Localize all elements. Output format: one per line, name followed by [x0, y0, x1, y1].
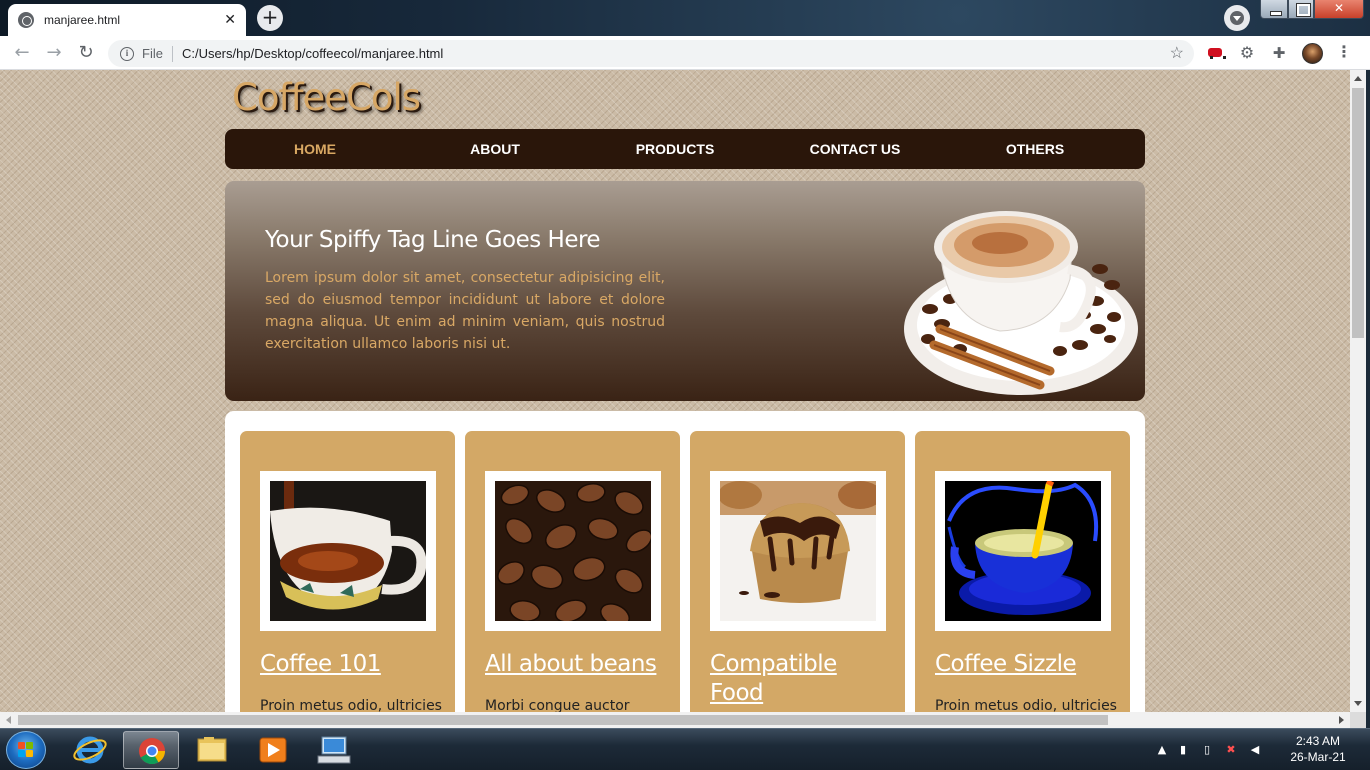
feature-card: Coffee Sizzle Proin metus odio, ultricie…: [915, 431, 1130, 712]
file-explorer-icon[interactable]: [184, 731, 240, 769]
feature-card: All about beans Morbi congue auctor: [465, 431, 680, 712]
network-icon[interactable]: ✖: [1224, 743, 1238, 757]
tray-expand-icon[interactable]: ▲: [1155, 743, 1169, 757]
feature-card: Coffee 101 Proin metus odio, ultricies: [240, 431, 455, 712]
scrollbar-corner: [1350, 712, 1366, 728]
card-image-frame[interactable]: [710, 471, 886, 631]
horizontal-scrollbar[interactable]: [0, 712, 1350, 728]
vertical-scrollbar[interactable]: [1350, 70, 1366, 712]
nav-item-products[interactable]: PRODUCTS: [585, 129, 765, 169]
card-image-frame[interactable]: [935, 471, 1111, 631]
nav-item-home[interactable]: HOME: [225, 129, 405, 169]
extension-red-icon[interactable]: [1206, 44, 1226, 62]
vertical-scroll-thumb[interactable]: [1352, 88, 1364, 338]
extensions-puzzle-icon[interactable]: ✚: [1270, 44, 1288, 62]
new-tab-button[interactable]: +: [257, 5, 283, 31]
muffin-image: [720, 481, 876, 621]
card-title-link[interactable]: Compatible Food: [710, 650, 890, 708]
coffee-beans-image: [495, 481, 651, 621]
coffee-cup-pour-image: [270, 481, 426, 621]
nav-item-about[interactable]: ABOUT: [405, 129, 585, 169]
media-player-icon[interactable]: [245, 731, 301, 769]
signal-icon[interactable]: ▮: [1176, 743, 1190, 757]
internet-explorer-icon[interactable]: [62, 731, 118, 769]
main-nav: HOME ABOUT PRODUCTS CONTACT US OTHERS: [225, 129, 1145, 169]
card-text: Proin metus odio, ultricies: [935, 698, 1117, 712]
browser-menu-icon[interactable]: ⋮: [1336, 42, 1352, 64]
reload-icon[interactable]: ↻: [74, 41, 98, 65]
blue-cup-image: [945, 481, 1101, 621]
scroll-up-icon[interactable]: [1354, 76, 1362, 81]
tab-close-icon[interactable]: ✕: [224, 12, 236, 28]
window-maximize-button[interactable]: [1288, 0, 1314, 19]
browser-tab[interactable]: manjaree.html ✕: [8, 4, 246, 36]
hero-banner: Your Spiffy Tag Line Goes Here Lorem ips…: [225, 181, 1145, 401]
scroll-right-icon[interactable]: [1339, 716, 1344, 724]
start-button[interactable]: [6, 731, 46, 769]
chrome-icon[interactable]: [123, 731, 179, 769]
profile-avatar[interactable]: [1302, 43, 1323, 64]
browser-toolbar: ← → ↻ i File C:/Users/hp/Desktop/coffeec…: [0, 36, 1370, 70]
scroll-left-icon[interactable]: [6, 716, 11, 724]
clock-date: 26-Mar-21: [1290, 750, 1346, 764]
horizontal-scroll-thumb[interactable]: [18, 715, 1108, 725]
address-scheme-label: File: [142, 46, 163, 61]
nav-item-others[interactable]: OTHERS: [945, 129, 1125, 169]
card-text: Morbi congue auctor: [485, 698, 630, 712]
page-viewport: CoffeeCols HOME ABOUT PRODUCTS CONTACT U…: [0, 70, 1350, 712]
forward-arrow-icon[interactable]: →: [42, 41, 66, 65]
content-panel: Coffee 101 Proin metus odio, ultricies A…: [225, 411, 1145, 712]
volume-icon[interactable]: ◀: [1248, 743, 1262, 757]
card-image-frame[interactable]: [260, 471, 436, 631]
card-title-link[interactable]: Coffee Sizzle: [935, 650, 1115, 679]
back-arrow-icon[interactable]: ←: [10, 41, 34, 65]
bookmark-star-icon[interactable]: ☆: [1170, 43, 1184, 63]
taskbar-clock[interactable]: 2:43 AM 26-Mar-21: [1278, 733, 1358, 765]
remote-desktop-icon[interactable]: [306, 731, 362, 769]
address-separator: [171, 45, 173, 62]
battery-icon[interactable]: ▯: [1200, 743, 1214, 757]
window-minimize-button[interactable]: [1260, 0, 1288, 19]
card-text: Proin metus odio, ultricies: [260, 698, 442, 712]
card-title-link[interactable]: Coffee 101: [260, 650, 440, 679]
site-logo[interactable]: CoffeeCols: [232, 76, 421, 119]
card-image-frame[interactable]: [485, 471, 661, 631]
clock-time: 2:43 AM: [1295, 734, 1341, 748]
extension-gear-icon[interactable]: ⚙: [1238, 44, 1256, 62]
cappuccino-cup-image: [904, 211, 1138, 395]
address-bar[interactable]: i File C:/Users/hp/Desktop/coffeecol/man…: [108, 40, 1194, 67]
globe-icon: [18, 12, 34, 28]
card-title-link[interactable]: All about beans: [485, 650, 665, 679]
windows-taskbar: ▲ ▮ ▯ ✖ ◀ 2:43 AM 26-Mar-21: [0, 728, 1370, 770]
window-close-button[interactable]: ✕: [1314, 0, 1364, 19]
tab-title: manjaree.html: [44, 13, 121, 27]
windows-logo-icon: [18, 742, 34, 758]
nav-item-contact-us[interactable]: CONTACT US: [765, 129, 945, 169]
tab-search-button[interactable]: [1224, 5, 1250, 31]
hero-text: Lorem ipsum dolor sit amet, consectetur …: [265, 270, 665, 352]
feature-card: Compatible Food: [690, 431, 905, 712]
address-url[interactable]: C:/Users/hp/Desktop/coffeecol/manjaree.h…: [182, 46, 443, 61]
info-icon[interactable]: i: [120, 46, 134, 61]
hero-title: Your Spiffy Tag Line Goes Here: [265, 227, 601, 253]
scroll-down-icon[interactable]: [1354, 701, 1362, 706]
browser-title-bar: manjaree.html ✕ + ✕: [0, 0, 1370, 36]
